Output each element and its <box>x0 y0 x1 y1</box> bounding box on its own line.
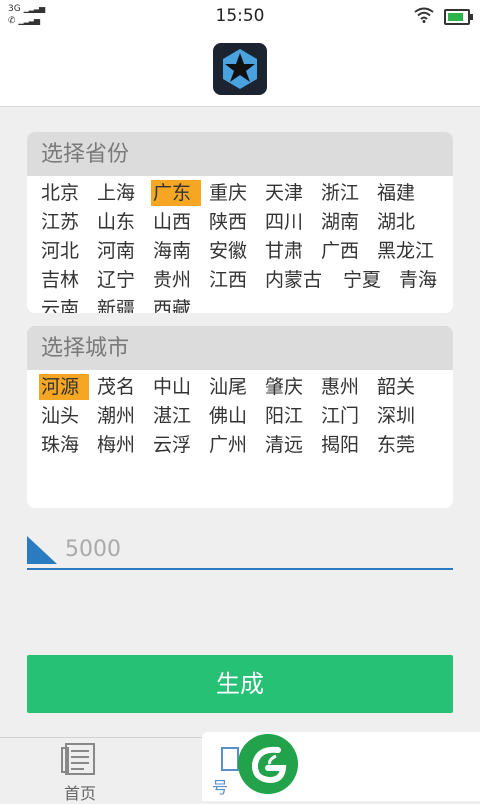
city-item[interactable]: 茂名 <box>95 374 145 400</box>
province-item[interactable]: 福建 <box>375 180 425 206</box>
city-panel-title: 选择城市 <box>27 326 453 370</box>
province-item[interactable]: 江西 <box>207 267 257 293</box>
status-bar: 3G ▁▂▃▅ ✆ ▁▂▃▅ 15:50 <box>0 0 480 32</box>
city-item[interactable]: 湛江 <box>151 403 201 429</box>
city-item[interactable]: 肇庆 <box>263 374 313 400</box>
city-item[interactable]: 江门 <box>319 403 369 429</box>
province-item[interactable]: 甘肃 <box>263 238 313 264</box>
city-item[interactable]: 潮州 <box>95 403 145 429</box>
tab-bar: 首页 号 <box>0 732 480 804</box>
province-item[interactable]: 宁夏 <box>341 267 391 293</box>
province-item[interactable]: 海南 <box>151 238 201 264</box>
city-item[interactable]: 深圳 <box>375 403 425 429</box>
province-item[interactable]: 辽宁 <box>95 267 145 293</box>
province-item[interactable]: 上海 <box>95 180 145 206</box>
city-item[interactable]: 东莞 <box>375 432 425 458</box>
tab-home[interactable]: 首页 <box>50 742 110 804</box>
province-item[interactable]: 贵州 <box>151 267 201 293</box>
city-item[interactable]: 汕头 <box>39 403 89 429</box>
province-item[interactable]: 河南 <box>95 238 145 264</box>
province-item[interactable]: 吉林 <box>39 267 89 293</box>
app-logo-icon <box>213 43 267 95</box>
city-panel: 选择城市 河源 茂名 中山 汕尾 肇庆 惠州 韶关汕头 潮州 湛江 佛山 阳江 江门 深圳珠海 梅州 云浮广… <box>27 326 453 508</box>
count-input[interactable] <box>65 534 445 564</box>
province-item[interactable]: 湖南 <box>319 209 369 235</box>
tab-home-label: 首页 <box>63 784 96 803</box>
province-list: 北京 上海 广东 重庆 天津 浙江 福建江苏 山东 山西 陕西 四川 湖南 湖北河北 河南 海南 安徽 甘肃 广西… <box>27 176 453 313</box>
province-item[interactable]: 西藏 <box>151 296 201 313</box>
province-item[interactable]: 安徽 <box>207 238 257 264</box>
province-item[interactable]: 山东 <box>95 209 145 235</box>
province-item[interactable]: 天津 <box>263 180 313 206</box>
province-item[interactable]: 浙江 <box>319 180 369 206</box>
city-item[interactable]: 广州 <box>207 432 257 458</box>
province-item[interactable]: 江苏 <box>39 209 89 235</box>
city-item[interactable]: 韶关 <box>375 374 425 400</box>
province-item[interactable]: 内蒙古 <box>263 267 335 293</box>
province-item[interactable]: 云南 <box>39 296 89 313</box>
province-panel: 选择省份 北京 上海 广东 重庆 天津 浙江 福建江苏 山东 山西 陕西 四川 湖南 湖北河北 河南 海南安… <box>27 132 453 313</box>
g-brand-logo-icon <box>238 734 298 794</box>
city-item[interactable]: 珠海 <box>39 432 89 458</box>
province-item[interactable]: 广西 <box>319 238 369 264</box>
wifi-icon <box>414 7 434 27</box>
city-item[interactable]: 惠州 <box>319 374 369 400</box>
city-item[interactable]: 云浮 <box>151 432 201 458</box>
city-item[interactable]: 河源 <box>39 374 89 400</box>
document-icon-2 <box>221 747 239 771</box>
city-item[interactable]: 阳江 <box>263 403 313 429</box>
province-item[interactable]: 广东 <box>151 180 201 206</box>
province-item[interactable]: 四川 <box>263 209 313 235</box>
province-item[interactable]: 北京 <box>39 180 89 206</box>
city-item[interactable]: 中山 <box>151 374 201 400</box>
generate-button[interactable]: 生成 <box>27 655 453 713</box>
province-item[interactable]: 黑龙江 <box>375 238 447 264</box>
province-item[interactable]: 陕西 <box>207 209 257 235</box>
province-item[interactable]: 山西 <box>151 209 201 235</box>
province-item[interactable]: 湖北 <box>375 209 425 235</box>
city-item[interactable]: 揭阳 <box>319 432 369 458</box>
corner-triangle-icon <box>27 536 57 564</box>
province-panel-title: 选择省份 <box>27 132 453 176</box>
city-item[interactable]: 梅州 <box>95 432 145 458</box>
clock: 15:50 <box>215 6 265 26</box>
count-input-row <box>27 530 453 570</box>
app-header <box>0 32 480 107</box>
city-item[interactable]: 佛山 <box>207 403 257 429</box>
battery-icon <box>444 9 473 25</box>
province-item[interactable]: 新疆 <box>95 296 145 313</box>
province-item[interactable]: 重庆 <box>207 180 257 206</box>
city-item[interactable]: 清远 <box>263 432 313 458</box>
tab-number-label: 号 <box>212 778 229 797</box>
city-list: 河源 茂名 中山 汕尾 肇庆 惠州 韶关汕头 潮州 湛江 佛山 阳江 江门 深圳珠海 梅州 云浮 广州 清远 揭阳… <box>27 370 453 461</box>
tab-number[interactable]: 号 <box>202 732 480 801</box>
province-item[interactable]: 河北 <box>39 238 89 264</box>
province-item[interactable]: 青海 <box>397 267 447 293</box>
document-icon <box>61 743 95 775</box>
city-item[interactable]: 汕尾 <box>207 374 257 400</box>
